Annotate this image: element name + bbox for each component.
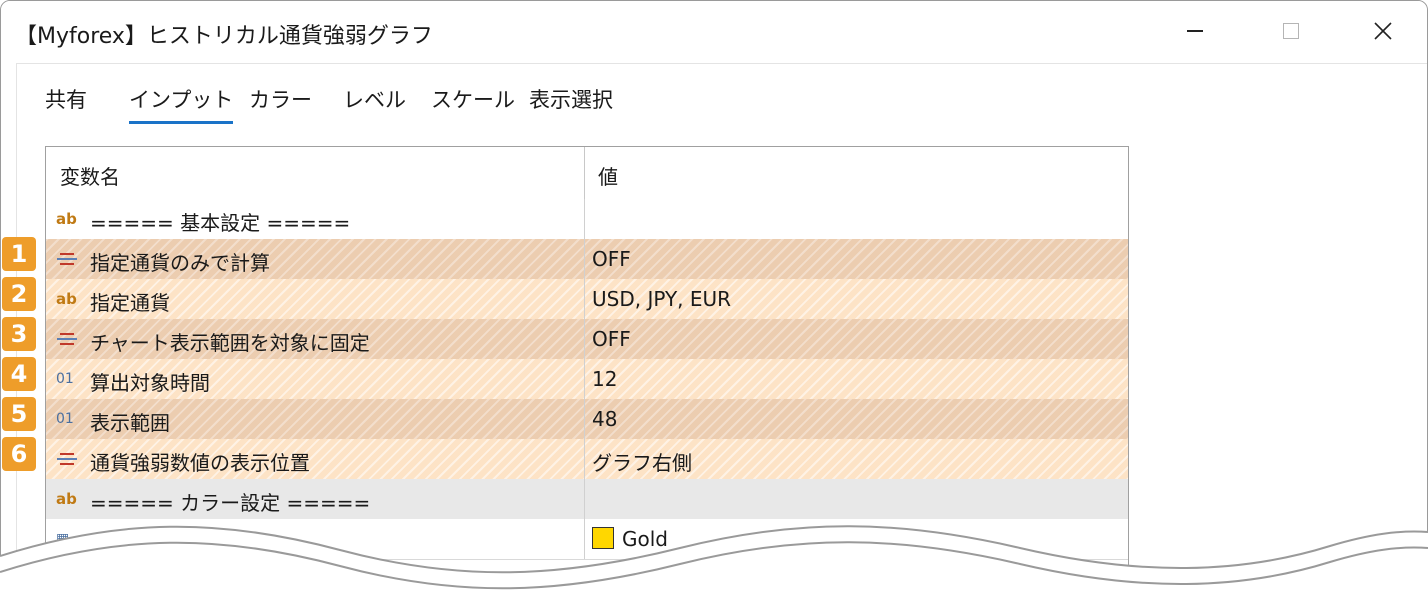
cell-separator (584, 439, 585, 479)
tab-scale[interactable]: スケール (431, 84, 515, 114)
tab-levels[interactable]: レベル (343, 84, 406, 114)
param-name: チャート表示範囲を対象に固定 (90, 331, 370, 355)
table-row[interactable]: 指定通貨のみで計算 OFF (46, 239, 1128, 280)
param-name: ===== 基本設定 ===== (90, 211, 351, 235)
minimize-icon (1187, 30, 1203, 32)
callout-badge-6: 6 (2, 437, 36, 471)
param-value[interactable]: USD, JPY, EUR (592, 287, 731, 311)
param-name: 表示範囲 (90, 411, 170, 435)
cell-separator (584, 399, 585, 439)
column-header-name: 変数名 (60, 165, 120, 189)
table-row[interactable]: 01 表示範囲 48 (46, 399, 1128, 440)
table-row[interactable]: ab 指定通貨 USD, JPY, EUR (46, 279, 1128, 320)
table-row[interactable]: 01 算出対象時間 12 (46, 359, 1128, 400)
cell-separator (584, 359, 585, 399)
enum-type-icon (56, 248, 80, 270)
tab-common[interactable]: 共有 (45, 84, 87, 114)
close-button[interactable] (1363, 13, 1403, 49)
column-header-value: 値 (598, 165, 618, 189)
enum-type-icon (56, 448, 80, 470)
param-value[interactable]: 12 (592, 367, 617, 391)
integer-type-icon: 01 (56, 371, 74, 387)
cell-separator (584, 239, 585, 279)
cell-separator (584, 319, 585, 359)
tab-bar: 共有 インプット カラー レベル スケール 表示選択 (17, 64, 1427, 126)
close-icon (1374, 22, 1392, 40)
window-title: 【Myforex】ヒストリカル通貨強弱グラフ (15, 24, 433, 49)
table-header: 変数名 値 (46, 147, 1128, 199)
tab-inputs[interactable]: インプット (129, 84, 234, 124)
torn-edge-decoration (0, 525, 1428, 608)
table-row[interactable]: 通貨強弱数値の表示位置 グラフ右側 (46, 439, 1128, 480)
title-bar: 【Myforex】ヒストリカル通貨強弱グラフ (1, 1, 1427, 63)
callout-badge-4: 4 (2, 357, 36, 391)
cell-separator (584, 199, 585, 239)
column-separator[interactable] (584, 147, 585, 199)
table-row[interactable]: チャート表示範囲を対象に固定 OFF (46, 319, 1128, 360)
tab-colors[interactable]: カラー (249, 84, 312, 114)
param-value[interactable]: OFF (592, 327, 631, 351)
table-row[interactable]: ab ===== 基本設定 ===== (46, 199, 1128, 240)
param-name: 指定通貨 (90, 291, 170, 315)
param-name: 通貨強弱数値の表示位置 (90, 451, 310, 475)
param-value[interactable]: 48 (592, 407, 617, 431)
callout-badge-2: 2 (2, 277, 36, 311)
callout-badge-3: 3 (2, 317, 36, 351)
param-name: 算出対象時間 (90, 371, 210, 395)
callout-badge-1: 1 (2, 237, 36, 271)
param-value[interactable]: グラフ右側 (592, 447, 692, 476)
enum-type-icon (56, 328, 80, 350)
minimize-button[interactable] (1175, 13, 1215, 49)
string-type-icon: ab (56, 490, 77, 508)
cell-separator (584, 279, 585, 319)
tab-visualization[interactable]: 表示選択 (529, 84, 613, 114)
maximize-button[interactable] (1271, 13, 1311, 49)
param-value[interactable]: OFF (592, 247, 631, 271)
maximize-icon (1283, 23, 1299, 39)
callout-badge-5: 5 (2, 397, 36, 431)
string-type-icon: ab (56, 210, 77, 228)
integer-type-icon: 01 (56, 411, 74, 427)
param-name: 指定通貨のみで計算 (90, 251, 270, 275)
string-type-icon: ab (56, 290, 77, 308)
